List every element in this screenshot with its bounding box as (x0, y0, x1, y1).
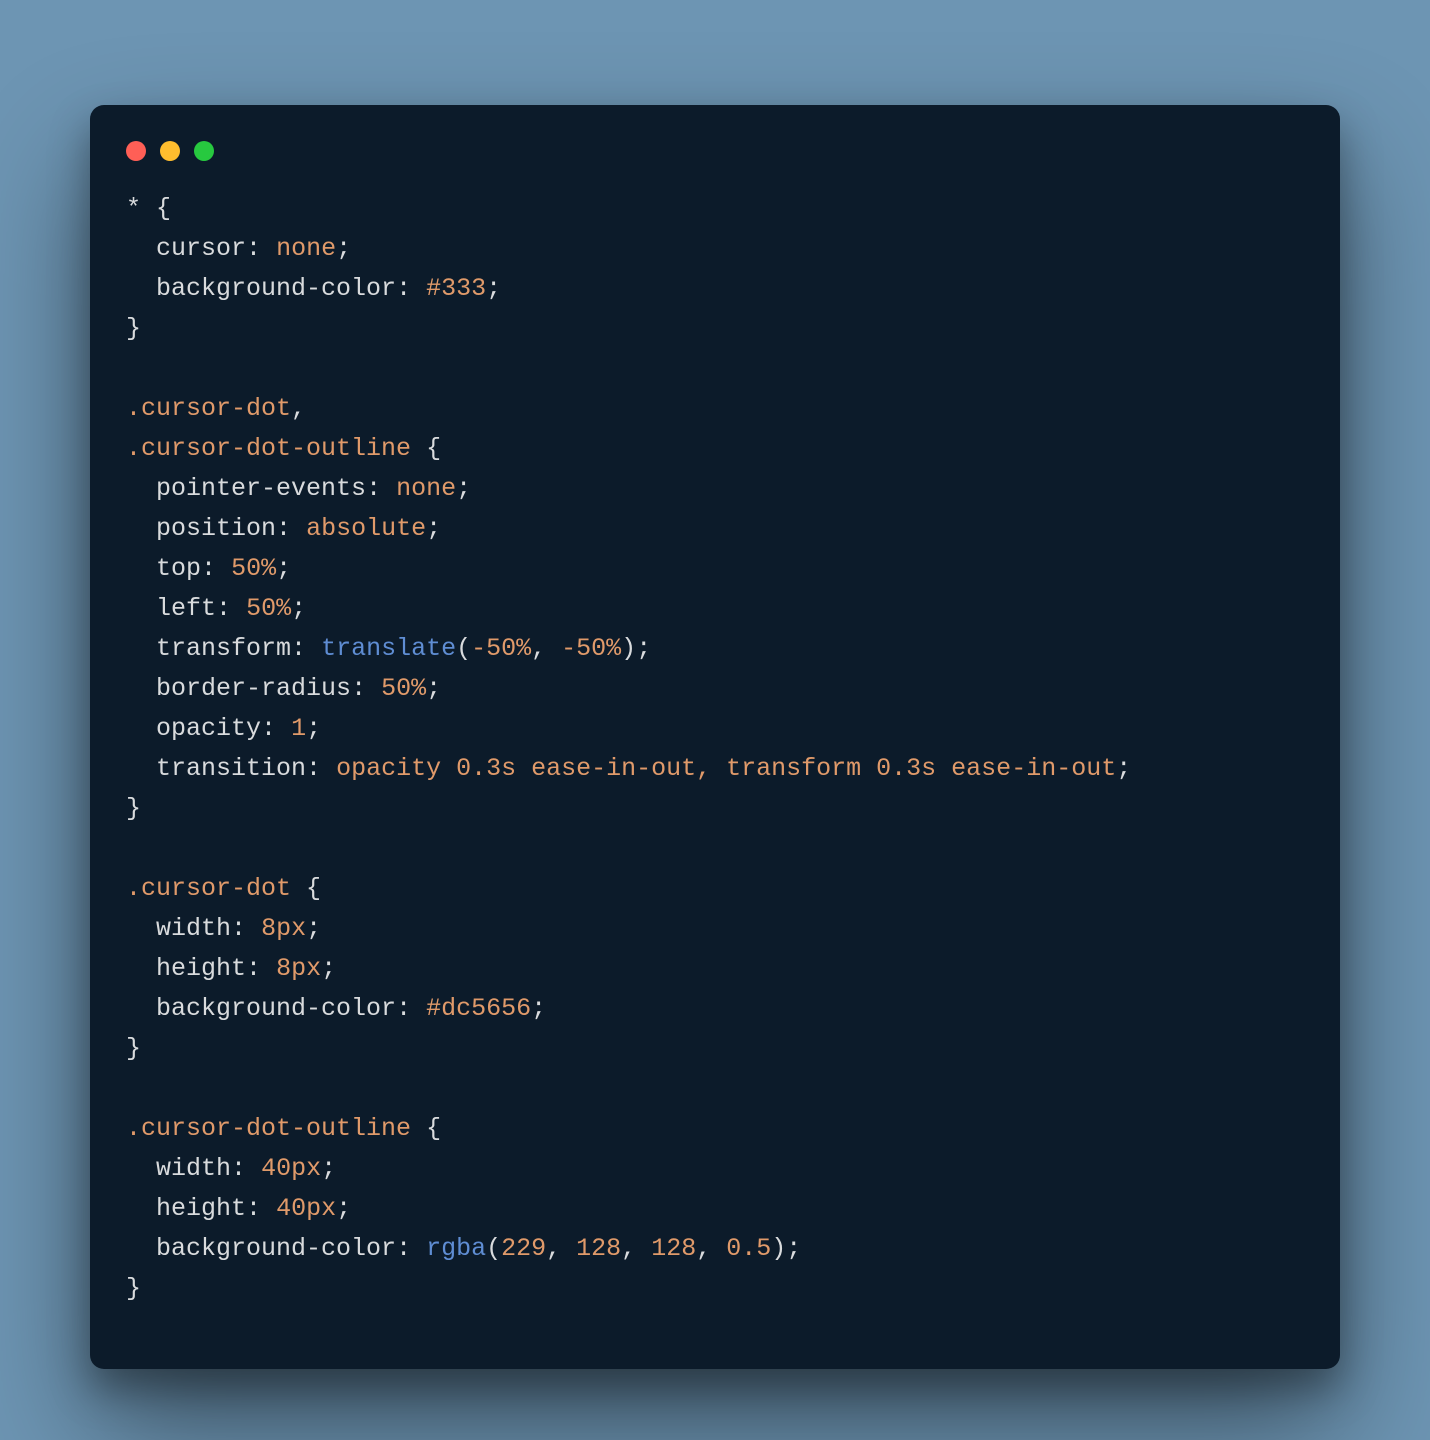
semicolon: ; (426, 674, 441, 703)
css-arg: 229 (501, 1234, 546, 1263)
css-selector: .cursor-dot-outline (126, 1114, 411, 1143)
semicolon: ; (531, 994, 546, 1023)
colon: : (276, 514, 291, 543)
semicolon: ; (321, 954, 336, 983)
brace-open: { (426, 1114, 441, 1143)
colon: : (366, 474, 381, 503)
css-arg: -50% (561, 634, 621, 663)
css-prop: height (156, 1194, 246, 1223)
comma: , (696, 1234, 726, 1263)
semicolon: ; (786, 1234, 801, 1263)
traffic-lights (126, 141, 1304, 161)
css-prop: background-color (156, 274, 396, 303)
code-editor[interactable]: * { cursor: none; background-color: #333… (126, 189, 1304, 1309)
code-window: * { cursor: none; background-color: #333… (90, 105, 1340, 1369)
css-prop: width (156, 914, 231, 943)
css-prop: top (156, 554, 201, 583)
paren-open: ( (486, 1234, 501, 1263)
semicolon: ; (636, 634, 651, 663)
colon: : (291, 634, 306, 663)
css-selector: .cursor-dot (126, 394, 291, 423)
colon: : (261, 714, 276, 743)
comma: , (291, 394, 306, 423)
comma: , (531, 634, 561, 663)
close-icon[interactable] (126, 141, 146, 161)
css-prop: height (156, 954, 246, 983)
css-selector: .cursor-dot-outline (126, 434, 411, 463)
semicolon: ; (291, 594, 306, 623)
colon: : (396, 274, 411, 303)
css-value: 50% (231, 554, 276, 583)
stage: * { cursor: none; background-color: #333… (0, 0, 1430, 1440)
brace-open: { (426, 434, 441, 463)
css-func: rgba (426, 1234, 486, 1263)
css-value: 50% (246, 594, 291, 623)
css-prop: background-color (156, 994, 396, 1023)
comma: , (621, 1234, 651, 1263)
css-value: 8px (276, 954, 321, 983)
semicolon: ; (336, 1194, 351, 1223)
semicolon: ; (321, 1154, 336, 1183)
css-prop: background-color (156, 1234, 396, 1263)
colon: : (246, 954, 261, 983)
css-value: #dc5656 (426, 994, 531, 1023)
minimize-icon[interactable] (160, 141, 180, 161)
zoom-icon[interactable] (194, 141, 214, 161)
css-value: absolute (306, 514, 426, 543)
semicolon: ; (336, 234, 351, 263)
css-value: 50% (381, 674, 426, 703)
colon: : (231, 1154, 246, 1183)
semicolon: ; (426, 514, 441, 543)
css-value: #333 (426, 274, 486, 303)
colon: : (396, 1234, 411, 1263)
css-prop: transition (156, 754, 306, 783)
comma: , (546, 1234, 576, 1263)
semicolon: ; (306, 914, 321, 943)
css-prop: left (156, 594, 216, 623)
css-value: none (276, 234, 336, 263)
paren-close: ) (621, 634, 636, 663)
css-value: 1 (291, 714, 306, 743)
css-prop: width (156, 1154, 231, 1183)
brace-close: } (126, 1034, 141, 1063)
css-arg: -50% (471, 634, 531, 663)
css-prop: position (156, 514, 276, 543)
semicolon: ; (306, 714, 321, 743)
css-arg: 128 (651, 1234, 696, 1263)
css-prop: border-radius (156, 674, 351, 703)
css-value: 40px (276, 1194, 336, 1223)
colon: : (246, 1194, 261, 1223)
css-prop: transform (156, 634, 291, 663)
colon: : (201, 554, 216, 583)
css-arg: 128 (576, 1234, 621, 1263)
brace-close: } (126, 794, 141, 823)
semicolon: ; (276, 554, 291, 583)
colon: : (306, 754, 321, 783)
semicolon: ; (456, 474, 471, 503)
css-func: translate (321, 634, 456, 663)
css-arg: 0.5 (726, 1234, 771, 1263)
semicolon: ; (486, 274, 501, 303)
brace-close: } (126, 314, 141, 343)
colon: : (351, 674, 366, 703)
brace-open: { (156, 194, 171, 223)
css-value: 40px (261, 1154, 321, 1183)
colon: : (396, 994, 411, 1023)
css-value: opacity 0.3s ease-in-out, transform 0.3s… (336, 754, 1116, 783)
paren-open: ( (456, 634, 471, 663)
css-value: none (396, 474, 456, 503)
css-prop: pointer-events (156, 474, 366, 503)
selector-star: * (126, 194, 141, 223)
brace-close: } (126, 1274, 141, 1303)
colon: : (246, 234, 261, 263)
semicolon: ; (1116, 754, 1131, 783)
css-value: 8px (261, 914, 306, 943)
paren-close: ) (771, 1234, 786, 1263)
colon: : (216, 594, 231, 623)
colon: : (231, 914, 246, 943)
brace-open: { (306, 874, 321, 903)
css-prop: cursor (156, 234, 246, 263)
css-prop: opacity (156, 714, 261, 743)
css-selector: .cursor-dot (126, 874, 291, 903)
